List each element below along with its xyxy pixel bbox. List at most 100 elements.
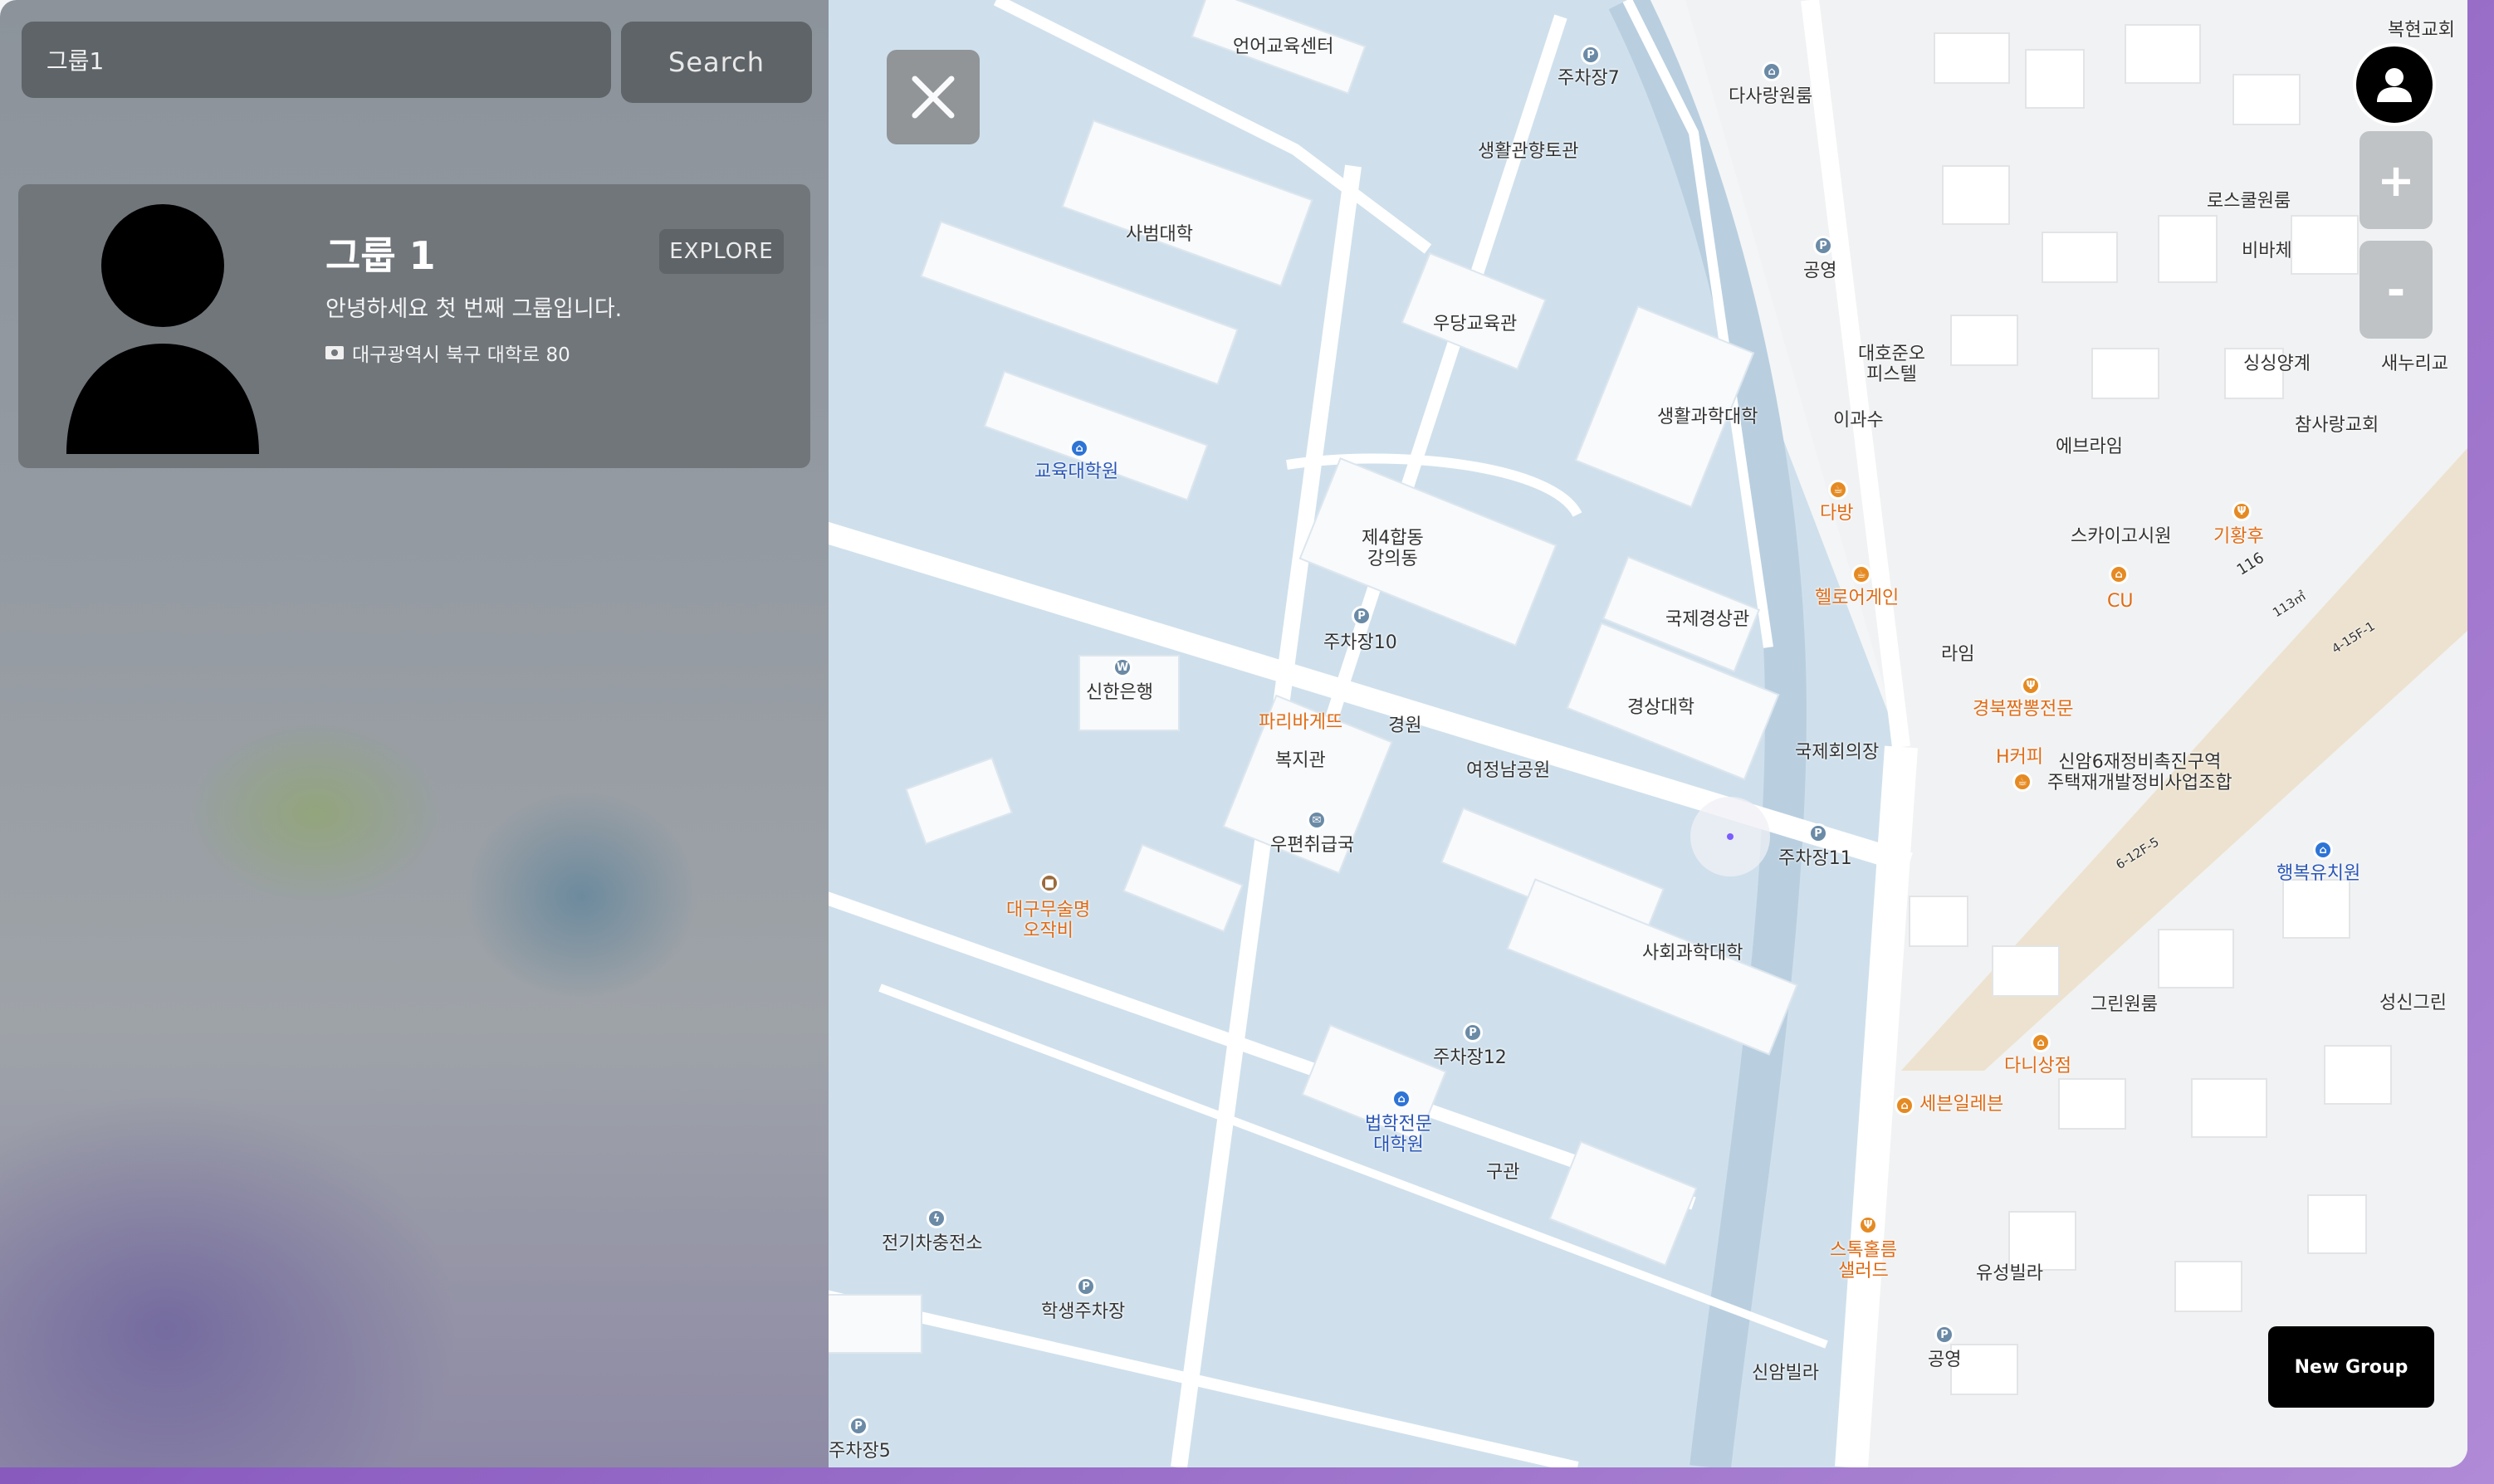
close-icon	[912, 76, 955, 119]
map-label[interactable]: 대구무술명 오작비	[1006, 900, 1090, 942]
map-label[interactable]: 세븐일레븐	[1919, 1094, 2003, 1115]
map-label[interactable]: 다니상점	[2004, 1056, 2071, 1076]
map-label[interactable]: 생활관향토관	[1478, 141, 1578, 162]
search-button[interactable]: Search	[621, 22, 812, 103]
map-label[interactable]: 신암6재정비촉진구역 주택재개발정비사업조합	[2047, 752, 2232, 794]
zoom-in-button[interactable]: +	[2360, 131, 2433, 229]
map-label[interactable]: 주차장10	[1323, 632, 1397, 653]
store-icon: ⌂	[2109, 564, 2129, 584]
map-label[interactable]: 교육대학원	[1034, 461, 1118, 482]
new-group-button[interactable]: New Group	[2268, 1326, 2434, 1408]
map-label[interactable]: 구관	[1486, 1162, 1519, 1183]
map-label[interactable]: 유성빌라	[1976, 1263, 2043, 1284]
map-label[interactable]: 대호준오 피스텔	[1858, 344, 1925, 386]
map-label[interactable]: 기황후	[2213, 526, 2264, 547]
map-label[interactable]: 사회과학대학	[1642, 943, 1743, 964]
map-label[interactable]: 국제회의장	[1795, 742, 1879, 763]
zoom-out-button[interactable]: -	[2360, 241, 2433, 339]
map-label[interactable]: 새누리교	[2381, 354, 2448, 374]
map-label[interactable]: 법학전문 대학원	[1365, 1114, 1432, 1156]
cafe-icon: ☕	[1851, 564, 1871, 584]
map-label[interactable]: 로스쿨원룸	[2207, 191, 2291, 212]
map-label[interactable]: H커피	[1996, 747, 2043, 768]
map-label[interactable]: 신한은행	[1086, 682, 1153, 703]
map-label[interactable]: 전기차충전소	[882, 1233, 982, 1254]
avatar	[66, 204, 259, 454]
parking-icon: P	[848, 1416, 868, 1436]
map-label[interactable]: 비바체	[2242, 241, 2292, 261]
map-label[interactable]: 학생주차장	[1041, 1301, 1125, 1322]
map-label[interactable]: 다사랑원룸	[1729, 86, 1812, 107]
group-address: 대구광역시 북구 대학로 80	[325, 339, 570, 367]
profile-button[interactable]	[2353, 43, 2436, 126]
map-label[interactable]: 제4합동 강의동	[1362, 528, 1424, 570]
map-label[interactable]: 신암빌라	[1752, 1363, 1819, 1384]
place-icon: ⌂	[1762, 61, 1782, 81]
map-label[interactable]: 언어교육센터	[1233, 37, 1333, 57]
map-label[interactable]: 스카이고시원	[2071, 526, 2171, 547]
parking-icon: P	[1463, 1023, 1483, 1042]
map-label[interactable]: 주차장7	[1558, 68, 1620, 89]
group-address-text: 대구광역시 북구 대학로 80	[352, 344, 570, 366]
ev-charger-icon: ϟ	[927, 1208, 946, 1228]
map-label[interactable]: 경상대학	[1627, 697, 1694, 718]
map-label[interactable]: 이과수	[1833, 410, 1884, 431]
search-input[interactable]	[46, 46, 586, 74]
cafe-icon: ☕	[1828, 480, 1848, 500]
map-label[interactable]: 국제경상관	[1665, 609, 1749, 630]
map-label[interactable]: CU	[2107, 591, 2133, 612]
map-label[interactable]: 사범대학	[1126, 224, 1193, 245]
school-icon: ⌂	[1391, 1089, 1411, 1109]
map-label[interactable]: 경원	[1388, 715, 1421, 736]
map-label[interactable]: 주차장11	[1778, 848, 1852, 869]
map-label[interactable]: 주차장5	[829, 1441, 891, 1462]
map-label[interactable]: 스톡홀름 샐러드	[1830, 1240, 1897, 1282]
explore-button[interactable]: EXPLORE	[659, 229, 784, 274]
map-label[interactable]: 복현교회	[2388, 20, 2455, 41]
place-icon: ■	[1039, 873, 1059, 893]
cafe-icon: ☕	[2012, 772, 2032, 792]
group-sidebar: Search 그룹 1 EXPLORE 안녕하세요 첫 번째 그룹입니다. 대구…	[0, 0, 829, 1467]
store-icon: ⌂	[2031, 1032, 2051, 1052]
map-label[interactable]: 공영	[1928, 1350, 1961, 1370]
map-label[interactable]: 주차장12	[1433, 1047, 1507, 1068]
map-label[interactable]: 생활과학대학	[1657, 407, 1758, 427]
bank-icon: W	[1113, 657, 1132, 677]
restaurant-icon: Ψ	[2021, 676, 2041, 696]
map-label[interactable]: 여정남공원	[1466, 760, 1550, 781]
parking-icon: P	[1352, 606, 1372, 626]
parking-icon: P	[1808, 823, 1828, 843]
map-label[interactable]: 성신그린	[2379, 993, 2447, 1013]
group-description: 안녕하세요 첫 번째 그룹입니다.	[325, 296, 623, 322]
store-icon: ⌂	[1895, 1096, 1915, 1115]
school-icon: ⌂	[1069, 438, 1089, 458]
map-label[interactable]: 행복유치원	[2276, 863, 2360, 884]
group-name: 그룹 1	[325, 233, 436, 278]
user-icon	[2377, 68, 2412, 102]
map-label[interactable]: 우편취급국	[1270, 835, 1354, 856]
parking-icon: P	[1076, 1277, 1096, 1296]
map-label[interactable]: 다방	[1820, 503, 1853, 524]
close-button[interactable]	[887, 50, 980, 144]
map-label[interactable]: 싱싱양계	[2243, 354, 2311, 374]
map-label[interactable]: 라임	[1941, 644, 1974, 665]
address-icon	[325, 346, 344, 359]
map-label[interactable]: 복지관	[1275, 750, 1326, 771]
school-icon: ⌂	[2313, 840, 2333, 860]
map-label[interactable]: 에브라임	[2056, 437, 2123, 457]
map-label[interactable]: 공영	[1803, 261, 1836, 281]
map-label[interactable]: 헬로어게인	[1815, 588, 1899, 608]
post-office-icon: ✉	[1307, 810, 1327, 830]
restaurant-icon: Ψ	[2232, 501, 2252, 521]
parking-icon: P	[1934, 1325, 1954, 1345]
app-window: 언어교육센터 P 주차장7 생활관향토관 사범대학 우당교육관 생활과학대학 ⌂…	[0, 0, 2467, 1467]
group-card[interactable]: 그룹 1 EXPLORE 안녕하세요 첫 번째 그룹입니다. 대구광역시 북구 …	[18, 184, 810, 468]
restaurant-icon: Ψ	[1858, 1215, 1878, 1235]
map-label[interactable]: 그린원룸	[2091, 994, 2158, 1015]
map-label[interactable]: 우당교육관	[1433, 314, 1517, 334]
map-label[interactable]: 경북짬뽕전문	[1973, 699, 2073, 720]
map-label[interactable]: 파리바게뜨	[1259, 712, 1342, 733]
search-field[interactable]	[22, 22, 611, 98]
map-label[interactable]: 참사랑교회	[2295, 415, 2379, 436]
current-location-marker[interactable]	[1690, 797, 1770, 876]
